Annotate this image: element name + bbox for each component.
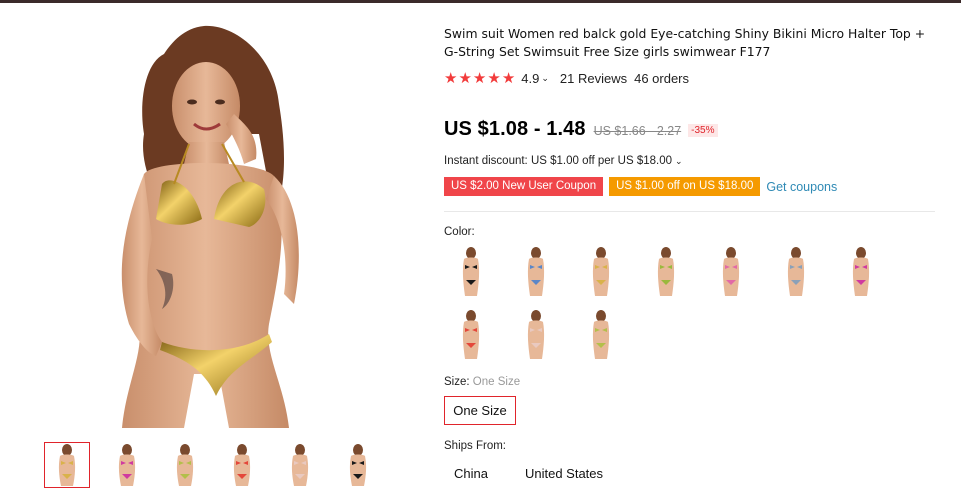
ship-option-united-states[interactable]: United States: [525, 466, 603, 481]
color-swatch[interactable]: [509, 307, 563, 361]
thumbnail-image[interactable]: [44, 442, 90, 488]
product-main-image[interactable]: [44, 24, 374, 428]
star-icon: ★: [487, 69, 501, 87]
chevron-down-icon[interactable]: ⌄: [675, 156, 683, 167]
color-label: Color:: [444, 226, 475, 238]
color-swatch[interactable]: [509, 244, 563, 298]
instant-discount[interactable]: Instant discount: US $1.00 off per US $1…: [444, 155, 683, 167]
star-icon: ★: [458, 69, 472, 87]
color-swatch[interactable]: [639, 244, 693, 298]
star-icon: ★: [444, 69, 458, 87]
chevron-down-icon[interactable]: ⌄: [541, 73, 549, 84]
thumbnail-image[interactable]: [219, 442, 265, 488]
ships-from-label: Ships From:: [444, 440, 506, 452]
store-coupon[interactable]: US $1.00 off on US $18.00: [607, 177, 761, 196]
ship-option-china[interactable]: China: [454, 466, 488, 481]
price-row: US $1.08 - 1.48 US $1.66 - 2.27 -35%: [444, 118, 718, 141]
thumbnail-image[interactable]: [335, 442, 381, 488]
thumbnail-image[interactable]: [277, 442, 323, 488]
coupon-row: US $2.00 New User Coupon US $1.00 off on…: [441, 177, 837, 196]
thumbnail-image[interactable]: [104, 442, 150, 488]
star-icon: ★: [472, 69, 487, 87]
color-swatch[interactable]: [574, 244, 628, 298]
original-price: US $1.66 - 2.27: [593, 124, 682, 138]
ships-from-options: China United States: [454, 466, 640, 481]
thumbnail-image[interactable]: [162, 442, 208, 488]
top-border: [0, 0, 961, 3]
color-swatch[interactable]: [769, 244, 823, 298]
get-coupons-link[interactable]: Get coupons: [766, 180, 837, 194]
star-icon: ★: [501, 69, 516, 87]
orders-count: 46 orders: [634, 70, 690, 86]
discount-badge: -35%: [688, 124, 718, 137]
reviews-link[interactable]: 21 Reviews: [560, 71, 627, 86]
size-selected-value: One Size: [472, 376, 521, 388]
thumbnail-strip: [44, 442, 384, 490]
color-swatch[interactable]: [574, 307, 628, 361]
rating-row: ★ ★ ★ ★ ★ 4.9 ⌄ 21 Reviews 46 orders: [444, 69, 689, 87]
color-swatch[interactable]: [704, 244, 758, 298]
size-label-text: Size:: [444, 376, 470, 388]
new-user-coupon[interactable]: US $2.00 New User Coupon: [441, 177, 604, 196]
instant-discount-text: Instant discount: US $1.00 off per US $1…: [444, 155, 673, 167]
size-label: Size: One Size: [444, 376, 520, 388]
color-swatch[interactable]: [444, 244, 498, 298]
divider: [444, 211, 935, 212]
color-swatch[interactable]: [834, 244, 888, 298]
product-title: Swim suit Women red balck gold Eye-catch…: [444, 26, 926, 59]
star-rating: ★ ★ ★ ★ ★: [444, 71, 515, 86]
rating-value[interactable]: 4.9: [521, 71, 539, 86]
current-price: US $1.08 - 1.48: [444, 118, 586, 140]
color-swatch[interactable]: [444, 307, 498, 361]
size-option-button[interactable]: One Size: [444, 396, 516, 425]
